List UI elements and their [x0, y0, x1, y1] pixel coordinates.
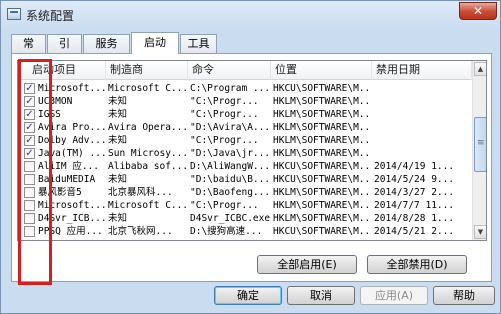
list-item[interactable]: BaiduMEDIA 未知 "D:\baidu\B... HKCU\SOFTWARE\… — [18, 173, 472, 186]
row-command: "C:\Progr... — [190, 109, 259, 120]
window-app-icon — [7, 8, 21, 20]
column-header-maker[interactable]: 制造商 — [106, 61, 188, 80]
row-location: HKLM\SOFTWARE\M... — [273, 213, 372, 224]
row-location: HKLM\SOFTWARE\M... — [273, 148, 372, 159]
row-maker: Microsoft C... — [108, 200, 188, 211]
tab-general[interactable]: 常规 — [11, 34, 46, 68]
list-item[interactable]: D4Svr_ICB... 未知 D4Svr_ICBC.exe HKLM\SOFTWAR… — [18, 212, 472, 225]
window-title: 系统配置 — [26, 9, 75, 23]
tab-services[interactable]: 服务 — [83, 34, 130, 53]
row-location: HKCU\SOFTWARE\M... — [273, 83, 372, 94]
row-disabled-date — [372, 134, 472, 147]
vertical-scrollbar[interactable]: ▲ ▼ — [472, 61, 486, 240]
row-disabled-date: 2014/8/28 1... — [374, 213, 455, 224]
list-item[interactable]: 暴风影音5 北京暴风科... "D:\Baofeng... HKLM\SOFTWARE… — [18, 186, 472, 199]
row-command: "C:\Progr... — [190, 200, 259, 211]
row-maker: Microsoft C... — [108, 83, 188, 94]
row-disabled-date: 2014/3/27 2... — [374, 187, 455, 198]
row-disabled-date — [372, 95, 472, 108]
row-command: "D:\Java\jr... — [190, 148, 271, 159]
row-command: "C:\Progr... — [190, 135, 259, 146]
row-location: HKCU\SOFTWARE\M... — [273, 174, 372, 185]
list-item[interactable]: ✓ IGSS 未知 "C:\Progr... HKLM\SOFTWARE\M... — [18, 108, 472, 121]
row-disabled-date — [372, 108, 472, 121]
tab-tools[interactable]: 工具 — [180, 34, 217, 53]
row-command: "D:\Avira\A... — [190, 122, 271, 133]
row-location: HKCU\SOFTWARE\M... — [273, 161, 372, 172]
row-location: HKLM\SOFTWARE\M... — [273, 109, 372, 120]
column-header-location[interactable]: 位置 — [271, 61, 372, 80]
row-location: HKLM\SOFTWARE\M... — [273, 187, 372, 198]
row-location: HKLM\SOFTWARE\M... — [273, 96, 372, 107]
list-item[interactable]: ✓ UC3MON 未知 "C:\Progr... HKLM\SOFTWARE\M... — [18, 95, 472, 108]
row-command: "D:\baidu\B... — [190, 174, 271, 185]
row-maker: 未知 — [108, 174, 128, 185]
row-location: HKLM\SOFTWARE\M... — [273, 200, 372, 211]
row-disabled-date: 2014/5/24 9... — [374, 174, 455, 185]
row-disabled-date — [372, 121, 472, 134]
row-location: HKCU\SOFTWARE\M... — [273, 226, 372, 237]
list-header: 启动项目 制造商 命令 位置 禁用日期 — [18, 61, 472, 80]
list-item[interactable]: AliIM 应... Alibaba sof... D:\AliWangW... HK… — [18, 160, 472, 173]
list-item[interactable]: PPSQ 应用... 北京飞秋网... D:\搜狗高速... HKCU\SOFTWAR… — [18, 225, 472, 238]
row-disabled-date — [372, 147, 472, 160]
scroll-down-arrow-icon[interactable]: ▼ — [474, 225, 486, 239]
row-command: "C:\Progr... — [190, 96, 259, 107]
list-item[interactable]: ✓ Avira Pro... Avira Opera... "D:\Avira\A..… — [18, 121, 472, 134]
startup-column-highlight-box — [18, 59, 52, 285]
row-maker: 未知 — [108, 135, 128, 146]
row-maker: 未知 — [108, 96, 128, 107]
title-bar[interactable]: 系统配置 ✕ — [1, 1, 500, 29]
row-maker: Avira Opera... — [108, 122, 188, 133]
row-command: D:\搜狗高速... — [190, 226, 263, 237]
row-location: HKLM\SOFTWARE\M... — [273, 135, 372, 146]
system-config-window: 系统配置 ✕ 常规 引导 服务 启动 工具 启动项目 制造商 命令 位置 禁用日… — [0, 0, 501, 314]
row-maker: Alibaba sof... — [108, 161, 188, 172]
scroll-up-arrow-icon[interactable]: ▲ — [474, 62, 486, 76]
row-maker: Sun Microsy... — [108, 148, 188, 159]
row-maker: 北京暴风科... — [108, 187, 173, 198]
row-disabled-date: 2014/5/21 2... — [374, 226, 455, 237]
row-maker: 未知 — [108, 213, 128, 224]
list-item[interactable]: ✓ Dolby Adv... 未知 "C:\Progr... HKLM\SOFTWARE… — [18, 134, 472, 147]
row-disabled-date: 2014/4/19 1... — [374, 161, 455, 172]
list-item[interactable]: ✓ Java(TM) ... Sun Microsy... "D:\Java\jr..… — [18, 147, 472, 160]
cancel-button[interactable]: 取消 — [287, 286, 355, 305]
row-disabled-date — [372, 82, 472, 95]
row-location: HKLM\SOFTWARE\M... — [273, 122, 372, 133]
disable-all-button[interactable]: 全部禁用(D) — [367, 255, 467, 274]
row-command: C:\Program ... — [190, 83, 271, 94]
list-item[interactable]: Microsoft... Microsoft C... "C:\Progr... HK… — [18, 199, 472, 212]
column-header-command[interactable]: 命令 — [188, 61, 271, 80]
enable-all-button[interactable]: 全部启用(E) — [257, 255, 357, 274]
ok-button[interactable]: 确定 — [214, 286, 282, 305]
startup-list: 启动项目 制造商 命令 位置 禁用日期 ✓ Microsoft... Microso… — [17, 60, 487, 241]
close-button[interactable]: ✕ — [459, 2, 497, 20]
tab-startup[interactable]: 启动 — [131, 32, 179, 54]
tab-boot[interactable]: 引导 — [47, 34, 82, 68]
column-header-date[interactable]: 禁用日期 — [372, 61, 472, 80]
row-command: "D:\Baofeng... — [190, 187, 271, 198]
list-item[interactable]: ✓ Microsoft... Microsoft C... C:\Program ..… — [18, 82, 472, 95]
help-button[interactable]: 帮助 — [433, 286, 495, 305]
scroll-thumb[interactable] — [474, 117, 486, 172]
row-disabled-date: 2014/7/7 11... — [374, 200, 455, 211]
startup-panel: 启动项目 制造商 命令 位置 禁用日期 ✓ Microsoft... Microso… — [11, 53, 492, 282]
apply-button: 应用(A) — [360, 286, 428, 305]
row-command: D:\AliWangW... — [190, 161, 271, 172]
row-maker: 北京飞秋网... — [108, 226, 173, 237]
row-command: D4Svr_ICBC.exe — [190, 213, 271, 224]
row-maker: 未知 — [108, 109, 128, 120]
